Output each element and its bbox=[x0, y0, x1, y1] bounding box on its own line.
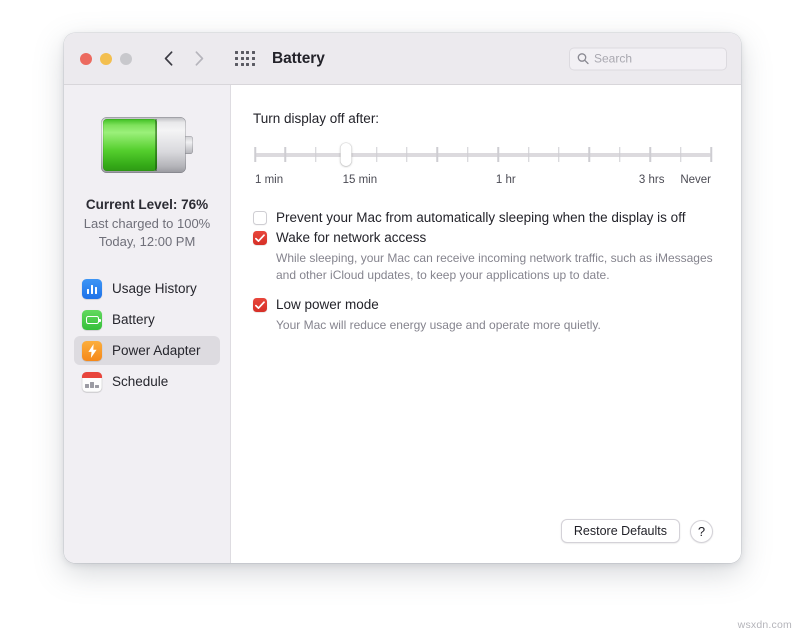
checkbox[interactable] bbox=[253, 231, 267, 245]
restore-defaults-button[interactable]: Restore Defaults bbox=[560, 519, 680, 543]
slider-label: 15 min bbox=[342, 174, 378, 186]
battery-status-block: Current Level: 76% Last charged to 100% … bbox=[84, 195, 210, 252]
sidebar-item-power-adapter[interactable]: Power Adapter bbox=[74, 336, 220, 366]
slider-title: Turn display off after: bbox=[253, 111, 380, 126]
checkbox[interactable] bbox=[253, 298, 267, 313]
slider-label: 3 hrs bbox=[638, 174, 665, 186]
slider-thumb[interactable] bbox=[340, 143, 352, 166]
options-list: Prevent your Mac from automatically slee… bbox=[253, 210, 713, 334]
search-field[interactable] bbox=[569, 47, 727, 70]
slider-tick bbox=[649, 147, 651, 162]
page-title: Battery bbox=[272, 49, 325, 67]
sidebar-item-label: Usage History bbox=[112, 281, 197, 297]
show-all-grid-icon[interactable] bbox=[235, 50, 255, 67]
slider-ticks bbox=[254, 147, 712, 163]
battery-icon bbox=[82, 309, 102, 330]
sidebar-nav-list: Usage History Battery Power Adapter Sche… bbox=[64, 274, 230, 396]
usage-history-icon bbox=[82, 278, 102, 299]
battery-illustration bbox=[101, 117, 193, 173]
navigation-arrows bbox=[158, 48, 209, 70]
slider-tick bbox=[284, 147, 287, 162]
content-pane: Turn display off after: 1 min 15 min 1 hr 3… bbox=[231, 85, 741, 563]
button-bar: Restore Defaults ? bbox=[560, 519, 713, 543]
current-level-text: Current Level: 76% bbox=[85, 197, 209, 212]
option-prevent-sleep[interactable]: Prevent your Mac from automatically slee… bbox=[253, 210, 713, 226]
window-titlebar: Battery bbox=[64, 33, 741, 85]
sidebar-item-schedule[interactable]: Schedule bbox=[74, 367, 220, 396]
slider-label: 1 hr bbox=[495, 174, 516, 186]
slider-tick bbox=[710, 147, 712, 162]
sidebar-item-battery[interactable]: Battery bbox=[74, 305, 220, 334]
minimize-button[interactable] bbox=[100, 52, 112, 65]
sidebar-item-usage-history[interactable]: Usage History bbox=[74, 274, 220, 303]
search-icon bbox=[577, 53, 589, 65]
forward-chevron-icon[interactable] bbox=[189, 48, 209, 70]
option-help-text: While sleeping, your Mac can receive inc… bbox=[276, 251, 713, 282]
slider-tick bbox=[679, 147, 682, 162]
slider-label: Never bbox=[680, 174, 711, 186]
slider-tick bbox=[315, 147, 317, 162]
slider-tick bbox=[558, 147, 560, 162]
schedule-icon bbox=[82, 371, 102, 392]
last-charged-time-text: Today, 12:00 PM bbox=[98, 234, 196, 250]
option-wake-for-network[interactable]: Wake for network access bbox=[253, 230, 713, 246]
sidebar-item-label: Schedule bbox=[112, 374, 169, 390]
slider-tick bbox=[436, 147, 439, 162]
sidebar-item-label: Battery bbox=[112, 312, 155, 328]
checkbox[interactable] bbox=[253, 211, 267, 225]
slider-tick bbox=[588, 147, 591, 162]
power-adapter-icon bbox=[82, 340, 102, 361]
slider-tick bbox=[254, 147, 256, 162]
option-label: Prevent your Mac from automatically slee… bbox=[276, 210, 686, 225]
slider-tick bbox=[527, 147, 530, 162]
zoom-button[interactable] bbox=[120, 52, 132, 65]
option-label: Low power mode bbox=[276, 297, 379, 313]
traffic-lights bbox=[80, 52, 132, 65]
search-input[interactable] bbox=[594, 51, 719, 66]
slider-tick bbox=[375, 147, 378, 162]
desktop-backdrop: Battery Current Leve bbox=[0, 0, 800, 638]
slider-label: 1 min bbox=[255, 174, 284, 186]
slider-tick bbox=[406, 147, 408, 162]
system-preferences-window: Battery Current Leve bbox=[64, 33, 741, 563]
back-chevron-icon[interactable] bbox=[158, 48, 178, 70]
close-button[interactable] bbox=[80, 52, 92, 65]
slider-tick bbox=[619, 147, 621, 162]
slider-tick bbox=[497, 147, 499, 162]
last-charged-text: Last charged to 100% bbox=[83, 215, 211, 231]
slider-tick bbox=[467, 147, 469, 162]
slider-tick-labels: 1 min 15 min 1 hr 3 hrs Never bbox=[255, 174, 711, 192]
option-label: Wake for network access bbox=[276, 230, 427, 245]
watermark: wsxdn.com bbox=[737, 619, 792, 631]
sidebar-item-label: Power Adapter bbox=[112, 343, 201, 359]
sidebar: Current Level: 76% Last charged to 100% … bbox=[64, 85, 231, 563]
help-button[interactable]: ? bbox=[690, 519, 713, 543]
option-help-text: Your Mac will reduce energy usage and op… bbox=[276, 318, 601, 333]
window-body: Current Level: 76% Last charged to 100% … bbox=[64, 85, 741, 563]
option-low-power-mode[interactable]: Low power mode bbox=[253, 297, 713, 313]
display-sleep-slider[interactable] bbox=[254, 142, 712, 168]
